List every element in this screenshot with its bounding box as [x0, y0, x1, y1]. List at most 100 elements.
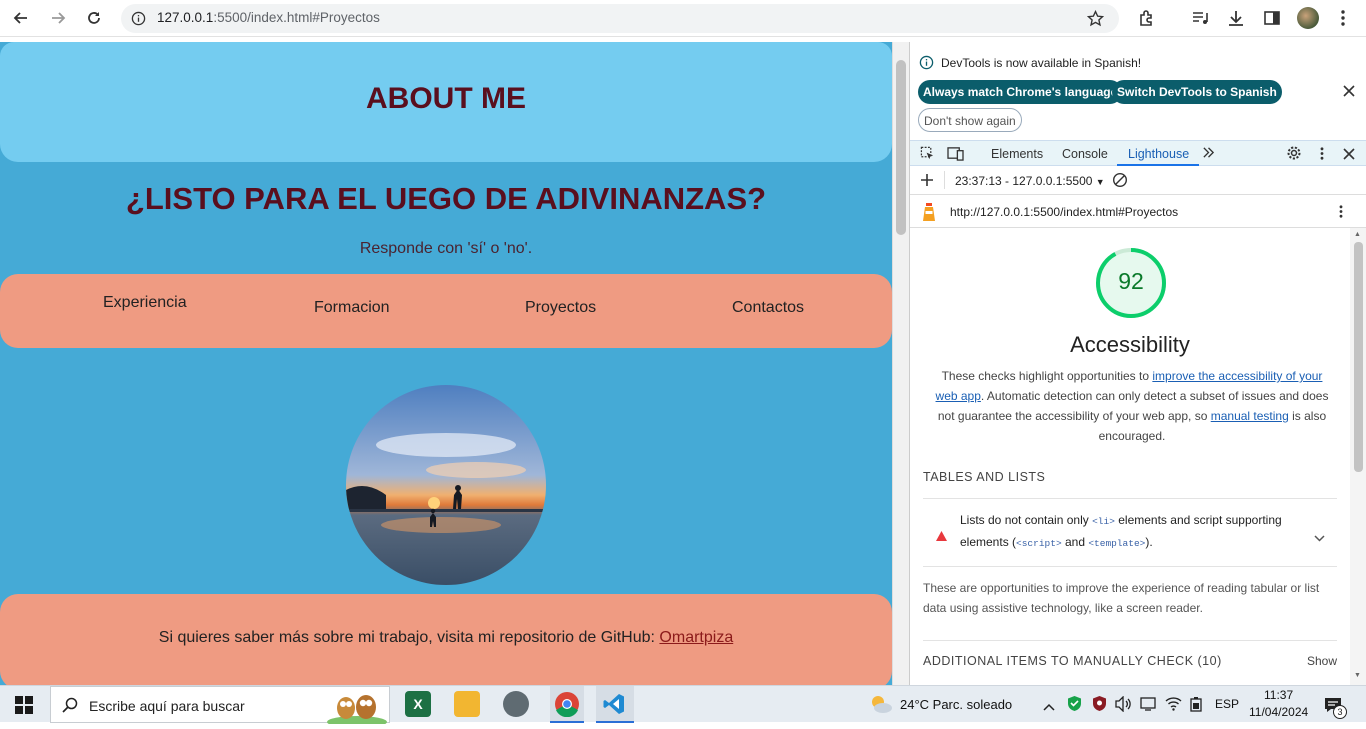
audit-code-script: <script>	[1016, 538, 1062, 549]
lighthouse-logo-icon	[921, 201, 937, 228]
dont-show-again-button[interactable]: Don't show again	[918, 108, 1022, 132]
scroll-up-arrow-icon[interactable]: ▲	[1354, 231, 1361, 238]
always-match-language-button[interactable]: Always match Chrome's language	[918, 80, 1123, 104]
side-panel-icon[interactable]	[1260, 6, 1284, 30]
page-scrollbar-thumb[interactable]	[896, 60, 906, 235]
tab-console[interactable]: Console	[1062, 147, 1108, 161]
game-subtitle: Responde con 'sí' o 'no'.	[359, 240, 533, 257]
report-scrollbar[interactable]: ▲ ▼	[1350, 228, 1366, 685]
nav-contactos[interactable]: Contactos	[732, 299, 804, 317]
category-title: Accessibility	[1070, 332, 1190, 357]
manual-testing-link[interactable]: manual testing	[1211, 409, 1289, 423]
inspect-element-icon[interactable]	[920, 146, 935, 166]
tab-elements[interactable]: Elements	[991, 147, 1043, 161]
kebab-menu-icon[interactable]	[1331, 6, 1355, 30]
url-host: 127.0.0.1	[157, 10, 214, 25]
clock-date[interactable]: 11/04/2024	[1249, 705, 1308, 719]
windows-taskbar: Escribe aquí para buscar X 24°C Parc. so…	[0, 685, 1366, 728]
more-tabs-icon[interactable]	[1202, 146, 1215, 164]
file-explorer-icon[interactable]	[454, 691, 480, 717]
search-highlight-owls-icon	[326, 688, 388, 729]
extensions-icon[interactable]	[1135, 6, 1159, 30]
chrome-taskbar-button[interactable]	[550, 686, 584, 723]
lighthouse-toolbar: 23:37:13 - 127.0.0.1:5500 ▼	[910, 167, 1366, 195]
chrome-icon	[554, 691, 580, 722]
wifi-icon[interactable]	[1165, 696, 1182, 716]
report-scrollbar-thumb[interactable]	[1354, 242, 1363, 472]
about-me-title: ABOUT ME	[366, 82, 526, 115]
manual-check-label: ADDITIONAL ITEMS TO MANUALLY CHECK	[923, 654, 1194, 668]
search-icon	[62, 697, 78, 718]
devtools-tab-bar: Elements Console Lighthouse	[910, 140, 1366, 166]
report-url[interactable]: http://127.0.0.1:5500/index.html#Proyect…	[950, 205, 1178, 219]
weather-text[interactable]: 24°C Parc. soleado	[900, 697, 1012, 712]
reload-icon[interactable]	[82, 6, 106, 30]
game-title: ¿LISTO PARA EL UEGO DE ADIVINANZAS?	[125, 181, 767, 216]
show-button[interactable]: Show	[1307, 654, 1337, 668]
back-icon[interactable]	[9, 6, 33, 30]
language-banner-text: DevTools is now available in Spanish!	[941, 56, 1142, 70]
nav-formacion[interactable]: Formacion	[314, 299, 390, 317]
close-devtools-icon[interactable]	[1343, 147, 1355, 165]
profile-photo	[346, 385, 546, 585]
desc-part-1: These checks highlight opportunities to	[941, 369, 1153, 383]
scroll-down-arrow-icon[interactable]: ▼	[1354, 672, 1361, 679]
weather-icon[interactable]	[869, 693, 893, 720]
tab-lighthouse[interactable]: Lighthouse	[1128, 147, 1189, 161]
search-placeholder: Escribe aquí para buscar	[89, 698, 245, 714]
security-shield-icon[interactable]	[1067, 695, 1082, 717]
taskbar-search[interactable]: Escribe aquí para buscar	[50, 686, 390, 728]
close-banner-icon[interactable]	[1343, 84, 1355, 102]
devtools-menu-icon[interactable]	[1319, 146, 1325, 166]
web-page: ABOUT ME ¿LISTO PARA EL UEGO DE ADIVINAN…	[0, 42, 892, 685]
audit-text-1: Lists do not contain only	[960, 513, 1093, 527]
profile-avatar[interactable]	[1296, 6, 1320, 30]
footer-card: Si quieres saber más sobre mi trabajo, v…	[0, 594, 892, 685]
download-icon[interactable]	[1224, 6, 1248, 30]
battery-icon[interactable]	[1189, 696, 1203, 717]
report-menu-icon[interactable]	[1338, 204, 1344, 224]
url-path: :5500/index.html#Proyectos	[213, 10, 380, 25]
forward-icon[interactable]	[46, 6, 70, 30]
audit-code-li: <li>	[1092, 516, 1115, 527]
bookmark-star-icon[interactable]	[1086, 9, 1105, 32]
footer-text: Si quieres saber más sobre mi trabajo, v…	[0, 629, 892, 647]
toolbar-divider	[944, 171, 945, 189]
audit-text-4: ).	[1145, 535, 1153, 549]
nav-proyectos[interactable]: Proyectos	[525, 299, 596, 317]
audit-list-item[interactable]: Lists do not contain only <li> elements …	[960, 510, 1300, 554]
nav-experiencia[interactable]: Experiencia	[103, 294, 187, 312]
section-divider-2	[923, 640, 1337, 641]
site-info-icon[interactable]	[131, 11, 146, 31]
antivirus-shield-icon[interactable]	[1092, 695, 1107, 717]
section-divider	[923, 498, 1337, 499]
settings-gear-icon[interactable]	[1286, 145, 1302, 166]
audit-code-template: <template>	[1088, 538, 1146, 549]
clear-reports-icon[interactable]	[1112, 172, 1128, 193]
device-toolbar-icon[interactable]	[947, 146, 964, 166]
switch-to-spanish-button[interactable]: Switch DevTools to Spanish	[1112, 80, 1282, 104]
display-icon[interactable]	[1140, 696, 1156, 717]
clock-time[interactable]: 11:37	[1264, 688, 1293, 702]
windows-start-icon[interactable]	[15, 696, 33, 719]
dropdown-caret-icon: ▼	[1095, 177, 1105, 187]
page-scrollbar[interactable]	[892, 42, 909, 685]
vscode-taskbar-button[interactable]	[596, 686, 634, 723]
media-control-icon[interactable]	[1188, 6, 1212, 30]
volume-icon[interactable]	[1115, 695, 1132, 717]
vscode-icon	[602, 692, 626, 721]
report-select[interactable]: 23:37:13 - 127.0.0.1:5500 ▼	[955, 174, 1105, 188]
whatsapp-icon[interactable]	[503, 691, 529, 717]
input-language[interactable]: ESP	[1215, 697, 1239, 711]
chevron-down-icon[interactable]	[1314, 529, 1325, 547]
notification-count-badge: 3	[1333, 705, 1347, 719]
tray-chevron-up-icon[interactable]	[1043, 698, 1055, 716]
excel-icon[interactable]: X	[405, 691, 431, 717]
url-text[interactable]: 127.0.0.1:5500/index.html#Proyectos	[157, 10, 380, 25]
accessibility-score: 92	[1118, 268, 1144, 294]
section-tables-and-lists: TABLES AND LISTS	[923, 470, 1046, 484]
address-bar[interactable]: 127.0.0.1:5500/index.html#Proyectos	[121, 4, 1119, 33]
new-report-icon[interactable]	[920, 173, 934, 192]
report-select-label: 23:37:13 - 127.0.0.1:5500	[955, 174, 1093, 188]
github-link[interactable]: Omartpiza	[659, 629, 733, 646]
